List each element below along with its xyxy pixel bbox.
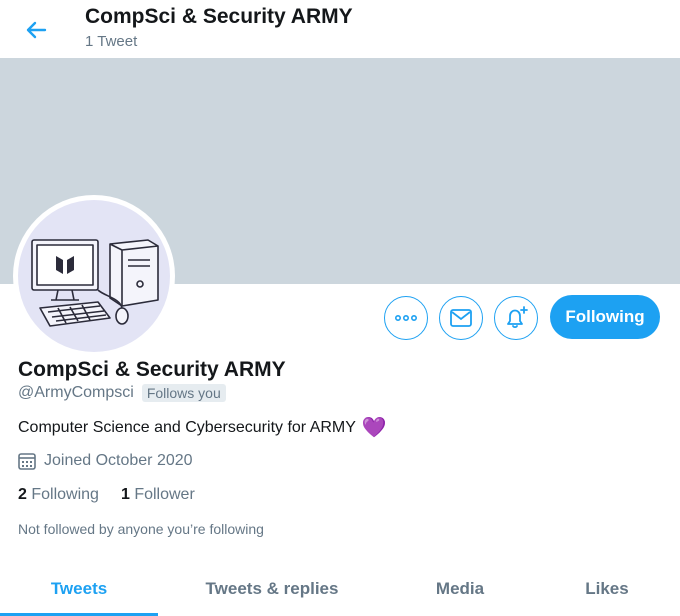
more-options-button[interactable] <box>384 296 428 340</box>
tab-tweets[interactable]: Tweets <box>0 562 158 616</box>
computer-illustration <box>31 239 159 327</box>
not-followed-text: Not followed by anyone you’re following <box>18 521 264 537</box>
tab-likes[interactable]: Likes <box>534 562 680 616</box>
bio-text: Computer Science and Cybersecurity for A… <box>18 419 356 436</box>
followers-stat[interactable]: 1 Follower <box>121 486 195 504</box>
following-button[interactable]: Following <box>550 295 660 339</box>
more-icon <box>395 315 417 321</box>
header-title: CompSci & Security ARMY <box>85 5 353 28</box>
joined-text: Joined October 2020 <box>44 452 193 469</box>
following-stat[interactable]: 2 Following <box>18 486 99 504</box>
bell-plus-icon <box>507 306 528 329</box>
message-button[interactable] <box>439 296 483 340</box>
follow-stats: 2 Following 1 Follower <box>18 486 195 504</box>
tab-tweets-replies[interactable]: Tweets & replies <box>158 562 386 616</box>
follows-you-badge: Follows you <box>141 384 226 402</box>
followers-count: 1 <box>120 486 130 503</box>
handle-row: @ArmyCompsci Follows you <box>18 384 226 402</box>
profile-tabs: Tweets Tweets & replies Media Likes <box>0 562 680 616</box>
handle: @ArmyCompsci <box>18 384 134 401</box>
notifications-button[interactable] <box>494 296 538 340</box>
display-name: CompSci & Security ARMY <box>18 358 286 381</box>
tab-media[interactable]: Media <box>386 562 534 616</box>
top-bar: CompSci & Security ARMY 1 Tweet <box>0 0 680 58</box>
following-label: Following <box>31 486 99 503</box>
bio: Computer Science and Cybersecurity for A… <box>18 418 387 438</box>
back-button[interactable] <box>18 12 54 48</box>
purple-heart-emoji: 💜 <box>361 417 387 439</box>
tweet-count: 1 Tweet <box>85 33 138 50</box>
joined-date: Joined October 2020 <box>18 452 193 470</box>
followers-label: Follower <box>134 486 195 503</box>
calendar-icon <box>18 453 36 470</box>
avatar[interactable] <box>13 195 175 357</box>
mail-icon <box>450 309 472 327</box>
back-arrow-icon <box>26 21 47 39</box>
following-count: 2 <box>18 486 27 503</box>
